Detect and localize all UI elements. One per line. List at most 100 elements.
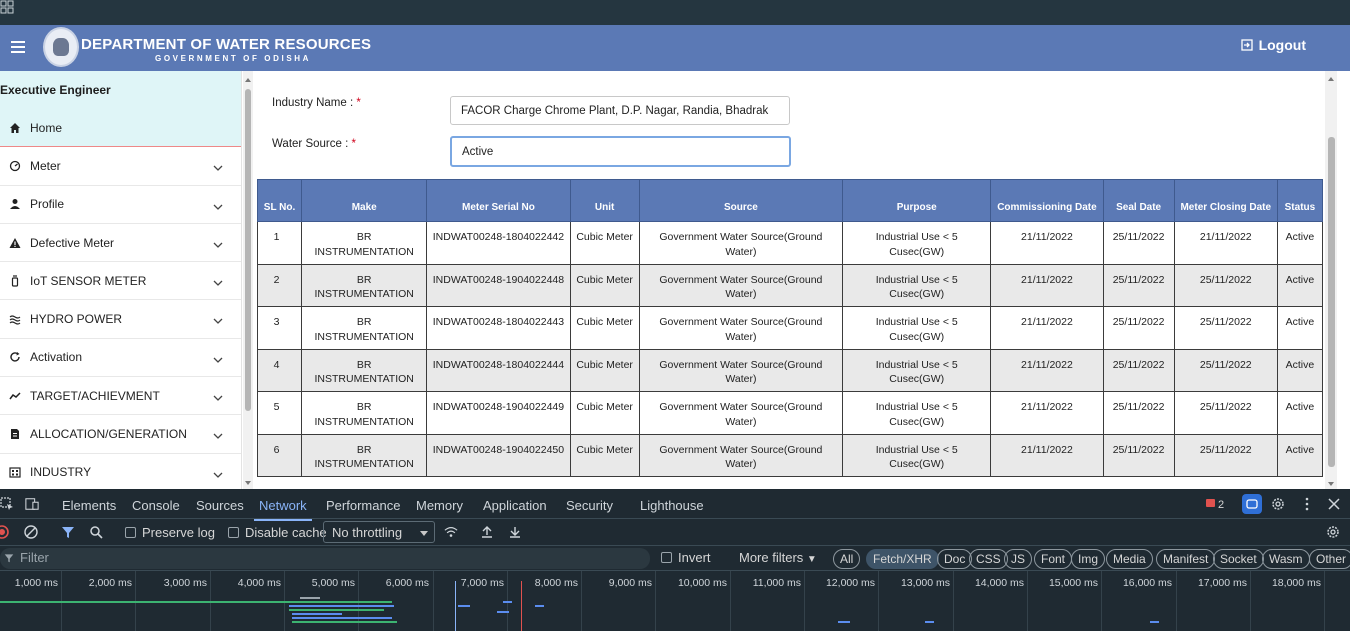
column-header[interactable]: Source [638,179,844,222]
table-row[interactable]: 6 BR INSTRUMENTATION INDWAT00248-190402245… [256,433,1324,477]
tab-console[interactable]: Console [132,498,180,513]
sidebar-item-target-achievment[interactable]: TARGET/ACHIEVMENT [0,377,241,416]
close-icon[interactable] [1327,497,1341,511]
table-row[interactable]: 3 BR INSTRUMENTATION INDWAT00248-180402244… [256,306,1324,350]
water-source-field[interactable]: Active [450,136,791,167]
menu-icon[interactable] [11,41,25,53]
more-filters-dropdown[interactable]: More filters ▼ [739,550,817,565]
industry-name-field[interactable]: FACOR Charge Chrome Plant, D.P. Nagar, R… [450,96,790,125]
filter-input[interactable]: Filter [0,548,650,569]
column-header[interactable]: Make [301,179,428,222]
sidebar-item-home[interactable]: Home [0,109,241,148]
tab-application[interactable]: Application [483,498,547,513]
table-cell: Industrial Use < 5 Cusec(GW) [842,433,992,477]
ai-assistance-icon[interactable] [1242,494,1262,514]
filter-chip-js[interactable]: JS [1004,549,1033,569]
filter-chip-all[interactable]: All [833,549,861,569]
timeline-tick-label: 6,000 ms [385,577,429,589]
sidebar-item-iot-sensor-meter[interactable]: IoT SENSOR METER [0,262,241,301]
filter-chip-doc[interactable]: Doc [937,549,973,569]
column-header[interactable]: Purpose [842,179,992,222]
table-row[interactable]: 2 BR INSTRUMENTATION INDWAT00248-190402244… [256,263,1324,307]
sidebar-item-meter[interactable]: Meter [0,147,241,186]
download-icon[interactable] [508,525,522,539]
sidebar-item-industry[interactable]: INDUSTRY [0,454,241,489]
tab-performance[interactable]: Performance [326,498,400,513]
scroll-up-arrow[interactable] [1328,77,1334,81]
tab-security[interactable]: Security [566,498,613,513]
scroll-down-arrow[interactable] [245,481,251,485]
grid-icon[interactable] [0,0,16,14]
sidebar-item-defective-meter[interactable]: Defective Meter [0,224,241,263]
logout-button[interactable]: Logout [1240,37,1306,53]
device-toggle-icon[interactable] [24,497,40,511]
table-cell: INDWAT00248-1904022449 [426,391,571,435]
search-icon[interactable] [89,525,103,539]
column-header[interactable]: Meter Closing Date [1173,179,1278,222]
throttling-select[interactable]: No throttling [323,521,435,543]
timeline-tick-label: 16,000 ms [1122,577,1172,589]
table-cell: Cubic Meter [569,433,640,477]
network-conditions-icon[interactable] [443,525,459,539]
tab-network[interactable]: Network [254,498,312,521]
more-options-icon[interactable] [1300,497,1314,511]
filter-chip-other[interactable]: Other [1309,549,1350,569]
filter-chip-socket[interactable]: Socket [1213,549,1264,569]
table-cell: Active [1276,391,1324,435]
table-cell: BR INSTRUMENTATION [301,391,428,435]
column-header[interactable]: Seal Date [1102,179,1175,222]
main-scroll-thumb[interactable] [1328,137,1335,467]
settings-gear-icon[interactable] [1271,497,1285,511]
sidebar-scroll-thumb[interactable] [245,89,251,411]
upload-icon[interactable] [480,525,494,539]
disable-cache-checkbox[interactable]: Disable cache [228,525,327,540]
column-header[interactable]: Unit [569,179,640,222]
table-cell: 5 [256,391,303,435]
preserve-log-checkbox[interactable]: Preserve log [125,525,215,540]
inspect-icon[interactable] [0,497,14,511]
filter-icon[interactable] [61,525,75,539]
record-stop-icon[interactable] [0,525,9,539]
scroll-up-arrow[interactable] [245,78,251,82]
scroll-down-arrow[interactable] [1328,482,1334,486]
column-header[interactable]: Commissioning Date [990,179,1104,222]
column-header[interactable]: SL No. [256,179,303,222]
issues-badge[interactable]: 2 [1205,497,1227,511]
sidebar-scrollbar[interactable] [243,71,253,489]
filter-chip-media[interactable]: Media [1106,549,1153,569]
filter-chip-wasm[interactable]: Wasm [1262,549,1310,569]
filter-chip-img[interactable]: Img [1071,549,1106,569]
sidebar-item-allocation-generation[interactable]: ALLOCATION/GENERATION [0,415,241,454]
invert-checkbox[interactable]: Invert [661,550,711,565]
sidebar-item-hydro-power[interactable]: HYDRO POWER [0,300,241,339]
clear-icon[interactable] [24,525,38,539]
network-settings-gear-icon[interactable] [1326,525,1340,539]
department-title: DEPARTMENT OF WATER RESOURCES [81,36,372,53]
app-header: DEPARTMENT OF WATER RESOURCES GOVERNMENT… [0,25,1350,71]
table-cell: 21/11/2022 [1173,221,1278,265]
chevron-down-icon [213,162,223,172]
main-scrollbar[interactable] [1325,71,1337,489]
sidebar-item-profile[interactable]: Profile [0,186,241,224]
table-row[interactable]: 1 BR INSTRUMENTATION INDWAT00248-180402244… [256,221,1324,265]
filter-chip-manifest[interactable]: Manifest [1156,549,1216,569]
table-row[interactable]: 4 BR INSTRUMENTATION INDWAT00248-180402244… [256,348,1324,392]
tab-lighthouse[interactable]: Lighthouse [640,498,704,513]
filter-chip-css[interactable]: CSS [969,549,1008,569]
timeline-gridline [1101,571,1102,631]
tab-memory[interactable]: Memory [416,498,463,513]
sidebar-item-activation[interactable]: Activation [0,339,241,378]
table-cell: 25/11/2022 [1173,391,1278,435]
timeline-tick-label: 18,000 ms [1271,577,1321,589]
main-content: Industry Name : * FACOR Charge Chrome Pl… [253,71,1325,489]
tab-elements[interactable]: Elements [62,498,116,513]
filter-chip-fetchxhr[interactable]: Fetch/XHR [866,549,939,569]
table-row[interactable]: 5 BR INSTRUMENTATION INDWAT00248-190402244… [256,391,1324,435]
warning-icon [0,237,30,249]
filter-chip-font[interactable]: Font [1034,549,1073,569]
chevron-down-icon [213,315,223,325]
timeline-tick-label: 17,000 ms [1197,577,1247,589]
column-header[interactable]: Meter Serial No [426,179,571,222]
column-header[interactable]: Status [1276,179,1324,222]
tab-sources[interactable]: Sources [196,498,244,513]
